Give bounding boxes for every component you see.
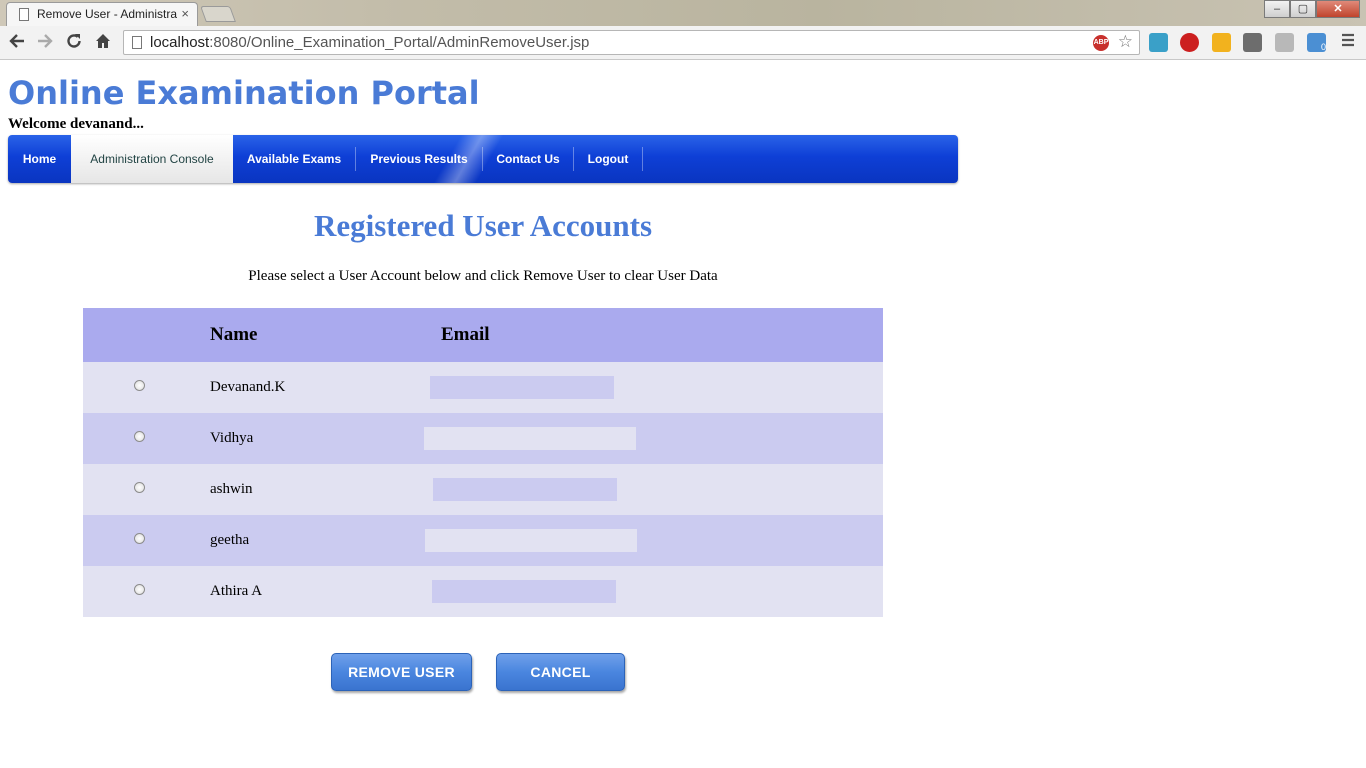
extension-icon[interactable] (1180, 33, 1199, 52)
back-arrow-icon[interactable] (6, 32, 28, 54)
browser-tab[interactable]: Remove User - Administra × (6, 2, 198, 26)
email-column-header: Email (441, 308, 883, 362)
user-name: Vidhya (196, 413, 441, 464)
table-row: Devanand.K (83, 362, 883, 413)
new-tab-button[interactable] (200, 6, 236, 22)
table-header-row: Name Email (83, 308, 883, 362)
adblock-icon[interactable]: ABP (1093, 35, 1109, 51)
star-icon[interactable]: ☆ (1118, 32, 1133, 52)
nav-administration-console[interactable]: Administration Console (71, 135, 233, 183)
minimize-button[interactable]: – (1264, 0, 1290, 18)
maximize-button[interactable]: ▢ (1290, 0, 1316, 18)
address-bar[interactable]: localhost:8080/Online_Examination_Portal… (123, 30, 1140, 55)
extension-icon[interactable] (1149, 33, 1168, 52)
user-name: Athira A (196, 566, 441, 617)
nav-contact-us[interactable]: Contact Us (483, 135, 573, 183)
nav-logout[interactable]: Logout (574, 135, 642, 183)
tab-close-icon[interactable]: × (181, 6, 189, 21)
close-window-button[interactable]: ✕ (1316, 0, 1360, 18)
user-email-redacted (432, 580, 616, 603)
browser-titlebar: Remove User - Administra × – ▢ ✕ (0, 0, 1366, 26)
page-icon (132, 36, 142, 49)
table-row: ashwin (83, 464, 883, 515)
user-email-redacted (425, 529, 637, 552)
window-controls: – ▢ ✕ (1264, 0, 1360, 18)
user-name: ashwin (196, 464, 441, 515)
remove-user-button[interactable]: REMOVE USER (331, 653, 472, 691)
table-row: Vidhya (83, 413, 883, 464)
user-radio-button[interactable] (134, 584, 145, 595)
url-text[interactable]: localhost:8080/Online_Examination_Portal… (150, 34, 589, 51)
site-title: Online Examination Portal (8, 74, 480, 112)
nav-available-exams[interactable]: Available Exams (233, 135, 355, 183)
user-email-redacted (424, 427, 636, 450)
table-row: geetha (83, 515, 883, 566)
name-column-header: Name (196, 308, 441, 362)
extension-icon[interactable] (1243, 33, 1262, 52)
select-column-header (83, 308, 196, 362)
menu-icon[interactable] (1337, 32, 1359, 54)
reload-icon[interactable] (63, 32, 85, 54)
welcome-message: Welcome devanand... (8, 116, 144, 132)
user-name: Devanand.K (196, 362, 441, 413)
page-heading: Registered User Accounts (313, 208, 653, 243)
home-icon[interactable] (92, 32, 114, 54)
user-accounts-table: Name Email Devanand.K Vidhya ashwin geet… (83, 308, 883, 617)
cancel-button[interactable]: CANCEL (496, 653, 625, 691)
main-navigation: Home Administration Console Available Ex… (8, 135, 958, 183)
nav-previous-results[interactable]: Previous Results (356, 135, 482, 183)
user-radio-button[interactable] (134, 482, 145, 493)
extension-icon[interactable]: 0 (1307, 33, 1326, 52)
menu-divider (642, 147, 643, 171)
tab-title: Remove User - Administra (37, 7, 177, 21)
extension-icon[interactable] (1275, 33, 1294, 52)
page-icon (19, 8, 29, 21)
user-radio-button[interactable] (134, 380, 145, 391)
user-radio-button[interactable] (134, 431, 145, 442)
nav-home[interactable]: Home (8, 135, 71, 183)
user-radio-button[interactable] (134, 533, 145, 544)
user-name: geetha (196, 515, 441, 566)
user-email-redacted (430, 376, 614, 399)
instruction-text: Please select a User Account below and c… (248, 268, 718, 284)
user-email-redacted (433, 478, 617, 501)
forward-arrow-icon[interactable] (34, 32, 56, 54)
table-row: Athira A (83, 566, 883, 617)
browser-toolbar: localhost:8080/Online_Examination_Portal… (0, 26, 1366, 60)
extension-icon[interactable] (1212, 33, 1231, 52)
